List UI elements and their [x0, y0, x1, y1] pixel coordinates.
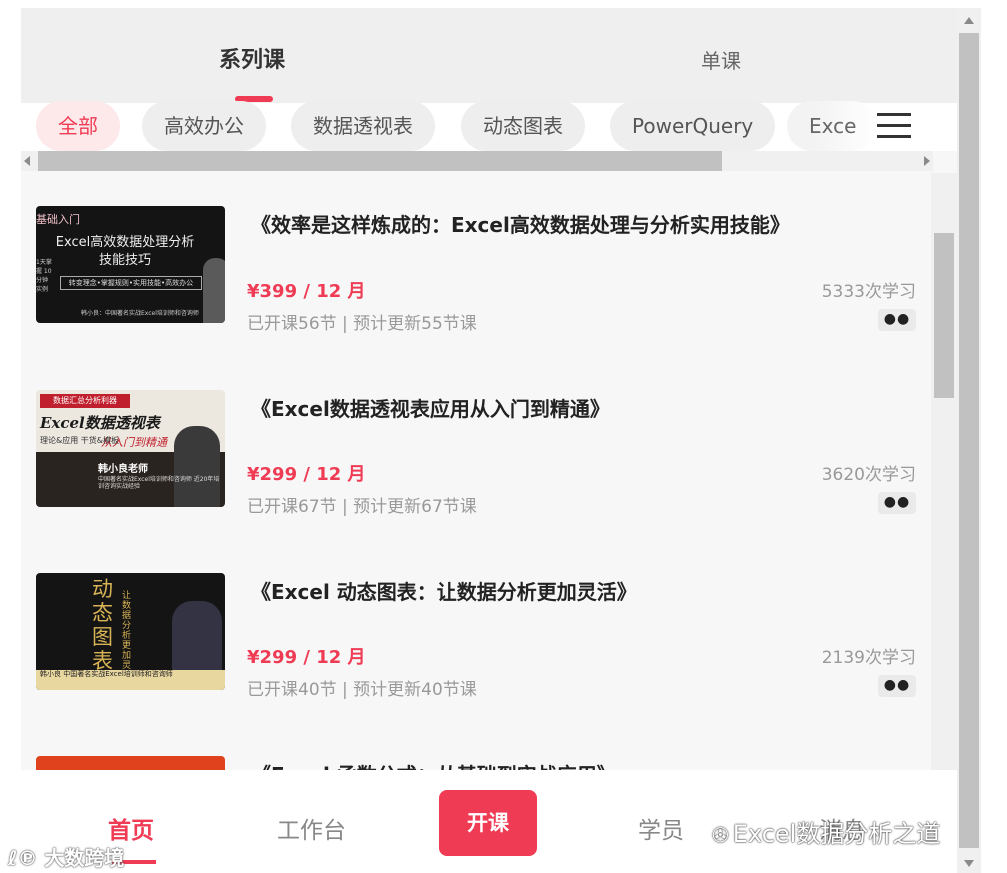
course-progress-meta: 已开课56节 | 预计更新55节课: [247, 314, 477, 334]
category-chip-pivot[interactable]: 数据透视表: [291, 101, 435, 151]
thumbnail-headline: Excel数据透视表: [40, 414, 160, 432]
thumbnail-tag: 基础入门: [36, 213, 80, 226]
course-title[interactable]: 《Excel 动态图表：让数据分析更加灵活》: [251, 576, 637, 605]
course-list-scrollbar-thumb[interactable]: [934, 233, 954, 398]
course-progress-meta: 已开课40节 | 预计更新40节课: [247, 680, 477, 700]
category-chip-dynamic-chart[interactable]: 动态图表: [461, 101, 585, 151]
more-dots-icon[interactable]: ●●: [878, 675, 916, 697]
more-dots-icon[interactable]: ●●: [878, 492, 916, 514]
watermark-right-text: Excel数据分析之道: [732, 820, 941, 848]
category-chip-excel[interactable]: Exce: [787, 101, 877, 151]
thumbnail-footer: 中国著名实战Excel培训师和咨询师 近20年培训咨询实战经验: [98, 476, 220, 490]
watermark-logo-icon: ℓ℗: [8, 846, 45, 870]
course-progress-meta: 已开课67节 | 预计更新67节课: [247, 497, 477, 517]
thumbnail-sidebar: 1天掌握 10分钟 实例: [36, 259, 52, 293]
page-scrollbar[interactable]: [957, 8, 981, 873]
tab-students[interactable]: 学员: [638, 811, 684, 845]
course-title[interactable]: 《效率是这样炼成的：Excel高效数据处理与分析实用技能》: [251, 209, 790, 238]
category-horizontal-scrollbar[interactable]: [21, 151, 933, 171]
course-card[interactable]: 数据汇总分析利器 Excel数据透视表 从入门到精通 理论&应用 干货&模板 韩…: [21, 356, 931, 539]
thumbnail-subline: 转变理念•掌握规则•实用技能•高效办公: [60, 276, 202, 290]
course-price: ¥299 / 12 月: [247, 647, 366, 668]
thumbnail-footer: 韩小良：中国著名实战Excel培训师和咨询师: [81, 310, 199, 317]
thumbnail-headline: Excel高效数据处理分析技能技巧: [55, 235, 195, 268]
thumbnail-sidebar: 理论&应用 干货&模板: [40, 436, 120, 445]
tab-home[interactable]: 首页: [108, 811, 154, 845]
wechat-icon: ✇: [712, 823, 729, 847]
course-card[interactable]: 动态图表 让数据分析更加灵活 韩小良 中国著名实战Excel培训师和咨询师 《E…: [21, 539, 931, 722]
tab-series-course[interactable]: 系列课: [219, 42, 285, 74]
top-tab-bar: 系列课 单课: [21, 8, 957, 103]
study-count: 2139次学习: [821, 648, 916, 668]
course-title[interactable]: 《Excel数据透视表应用从入门到精通》: [251, 393, 610, 422]
tab-single-course[interactable]: 单课: [701, 45, 741, 74]
instructor-photo: [203, 258, 225, 323]
course-list-scrollbar[interactable]: [931, 173, 957, 773]
watermark-right: ✇ Excel数据分析之道: [712, 814, 940, 849]
thumbnail-headline: 动态图表: [92, 577, 113, 673]
app-frame: 系列课 单课 全部 高效办公 数据透视表 动态图表 PowerQuery Exc…: [21, 8, 957, 873]
thumbnail-footer: 韩小良 中国著名实战Excel培训师和咨询师: [36, 670, 225, 690]
category-scrollbar-thumb[interactable]: [38, 151, 722, 171]
course-price: ¥299 / 12 月: [247, 464, 366, 485]
course-price: ¥399 / 12 月: [247, 281, 366, 302]
thumbnail-subline: 让数据分析更加灵活: [122, 591, 132, 681]
watermark-left: ℓ℗ 大数跨境: [8, 842, 124, 871]
thumbnail-teacher: 韩小良老师: [98, 464, 148, 475]
study-count: 5333次学习: [821, 282, 916, 302]
category-filter-row: 全部 高效办公 数据透视表 动态图表 PowerQuery Exce: [21, 101, 957, 151]
page-scrollbar-thumb[interactable]: [959, 33, 979, 848]
course-thumbnail[interactable]: 基础入门 Excel高效数据处理分析技能技巧 转变理念•掌握规则•实用技能•高效…: [36, 206, 225, 323]
course-card[interactable]: 基础入门 Excel高效数据处理分析技能技巧 转变理念•掌握规则•实用技能•高效…: [21, 173, 931, 356]
more-dots-icon[interactable]: ●●: [878, 309, 916, 331]
category-chip-all[interactable]: 全部: [36, 101, 120, 151]
course-thumbnail[interactable]: 数据汇总分析利器 Excel数据透视表 从入门到精通 理论&应用 干货&模板 韩…: [36, 390, 225, 507]
course-list: 基础入门 Excel高效数据处理分析技能技巧 转变理念•掌握规则•实用技能•高效…: [21, 173, 931, 773]
hamburger-menu-icon[interactable]: [871, 103, 931, 151]
category-chip-powerquery[interactable]: PowerQuery: [610, 101, 776, 151]
course-card[interactable]: 《Excel 函数公式：从基础到实战应用》: [21, 722, 931, 773]
thumbnail-tag: 数据汇总分析利器: [40, 394, 130, 408]
watermark-left-text: 大数跨境: [44, 846, 125, 870]
category-chip-office[interactable]: 高效办公: [142, 101, 266, 151]
scroll-down-arrow-icon[interactable]: [964, 860, 974, 867]
course-thumbnail[interactable]: 动态图表 让数据分析更加灵活 韩小良 中国著名实战Excel培训师和咨询师: [36, 573, 225, 690]
tab-workbench[interactable]: 工作台: [277, 811, 346, 845]
scroll-left-arrow-icon[interactable]: [24, 156, 30, 166]
scroll-right-arrow-icon[interactable]: [924, 156, 930, 166]
open-course-button[interactable]: 开课: [439, 790, 537, 856]
study-count: 3620次学习: [821, 465, 916, 485]
scroll-up-arrow-icon[interactable]: [964, 17, 974, 24]
instructor-photo: [174, 426, 220, 507]
